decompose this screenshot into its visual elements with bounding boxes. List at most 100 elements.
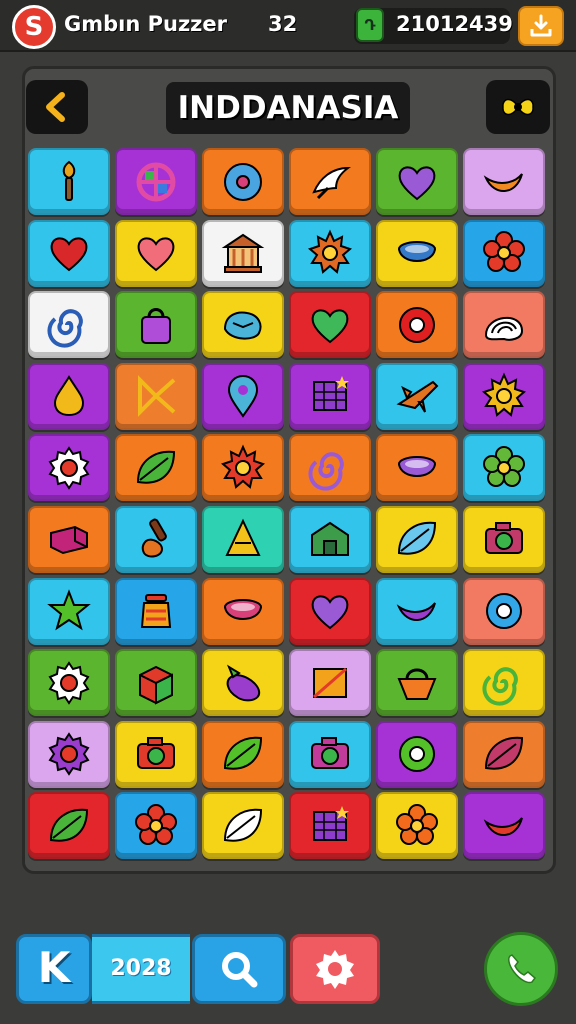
tile[interactable] (463, 434, 545, 502)
tile[interactable] (202, 219, 284, 287)
stone-icon (223, 311, 262, 340)
shop-button[interactable] (518, 6, 564, 46)
swirl-icon (47, 308, 83, 348)
tile[interactable] (28, 291, 110, 359)
tile[interactable] (28, 434, 110, 502)
tile[interactable] (463, 362, 545, 430)
gear-icon (48, 446, 90, 490)
search-button[interactable] (192, 934, 286, 1004)
tile[interactable] (463, 720, 545, 788)
tile[interactable] (376, 792, 458, 860)
tile[interactable] (115, 219, 197, 287)
flag-icon (313, 667, 347, 698)
tile[interactable] (202, 434, 284, 502)
tile[interactable] (115, 792, 197, 860)
tile[interactable] (28, 577, 110, 645)
pyramid-icon (225, 519, 261, 557)
level-title: INDDANASIA (166, 82, 410, 134)
back-button[interactable] (26, 80, 88, 134)
tile[interactable] (289, 577, 371, 645)
tile[interactable] (376, 291, 458, 359)
tile[interactable] (289, 362, 371, 430)
hint-button[interactable] (486, 80, 550, 134)
tile[interactable] (115, 720, 197, 788)
tile[interactable] (376, 434, 458, 502)
bowl-icon (398, 455, 436, 477)
tile[interactable] (115, 505, 197, 573)
crescent-icon (483, 172, 523, 192)
ring-icon (399, 736, 435, 773)
tile[interactable] (289, 148, 371, 215)
heart-icon (311, 309, 349, 343)
house-icon (311, 522, 349, 557)
call-button[interactable] (484, 932, 558, 1006)
heart-icon (50, 237, 88, 272)
camera-icon (311, 737, 349, 770)
tile[interactable] (463, 291, 545, 359)
k-button[interactable]: K (16, 934, 92, 1004)
tile[interactable] (202, 792, 284, 860)
download-tray-icon (530, 14, 552, 37)
tile[interactable] (115, 362, 197, 430)
tile[interactable] (463, 792, 545, 860)
leaf-icon (136, 450, 176, 484)
tile[interactable] (463, 505, 545, 573)
tile[interactable] (289, 505, 371, 573)
brush-icon (141, 519, 167, 558)
plane-icon (396, 381, 439, 413)
tile[interactable] (463, 219, 545, 287)
swirl-icon (308, 452, 344, 491)
tile[interactable] (376, 649, 458, 717)
tile[interactable] (202, 505, 284, 573)
bow-icon (502, 98, 534, 116)
tile[interactable] (115, 291, 197, 359)
tile[interactable] (28, 792, 110, 860)
tile[interactable] (289, 649, 371, 717)
camera-icon (137, 737, 175, 770)
tile[interactable] (202, 649, 284, 717)
score-display: 2028 (92, 934, 190, 1004)
ring-icon (399, 306, 435, 343)
tile[interactable] (28, 649, 110, 717)
tile[interactable] (202, 720, 284, 788)
sun-icon (308, 229, 352, 274)
tile[interactable] (115, 649, 197, 717)
tile[interactable] (376, 219, 458, 287)
settings-button[interactable] (290, 934, 380, 1004)
tile[interactable] (28, 219, 110, 287)
block-icon (50, 526, 88, 555)
swirl-icon (482, 666, 518, 706)
tile[interactable] (28, 720, 110, 788)
tile[interactable] (376, 577, 458, 645)
tile[interactable] (202, 291, 284, 359)
tile[interactable] (28, 148, 110, 215)
app-logo[interactable]: S (12, 5, 56, 49)
tile[interactable] (202, 362, 284, 430)
tile[interactable] (376, 148, 458, 215)
tile[interactable] (115, 434, 197, 502)
tile[interactable] (289, 291, 371, 359)
tile[interactable] (202, 577, 284, 645)
tile[interactable] (202, 148, 284, 215)
tile[interactable] (463, 577, 545, 645)
flower-icon (483, 445, 525, 487)
tile[interactable] (289, 219, 371, 287)
ring-icon (486, 593, 522, 630)
tile[interactable] (289, 720, 371, 788)
tile[interactable] (289, 434, 371, 502)
heart-icon (398, 165, 436, 200)
wing-icon (312, 166, 352, 199)
tile[interactable] (463, 649, 545, 717)
tile[interactable] (376, 720, 458, 788)
tile[interactable] (28, 362, 110, 430)
torch-icon (62, 160, 76, 201)
tile[interactable] (115, 577, 197, 645)
tile[interactable] (463, 148, 545, 215)
tile[interactable] (376, 362, 458, 430)
tile[interactable] (115, 148, 197, 215)
tile[interactable] (289, 792, 371, 860)
map-icon (313, 805, 349, 841)
tile[interactable] (28, 505, 110, 573)
jar-icon (140, 594, 172, 629)
tile[interactable] (376, 505, 458, 573)
